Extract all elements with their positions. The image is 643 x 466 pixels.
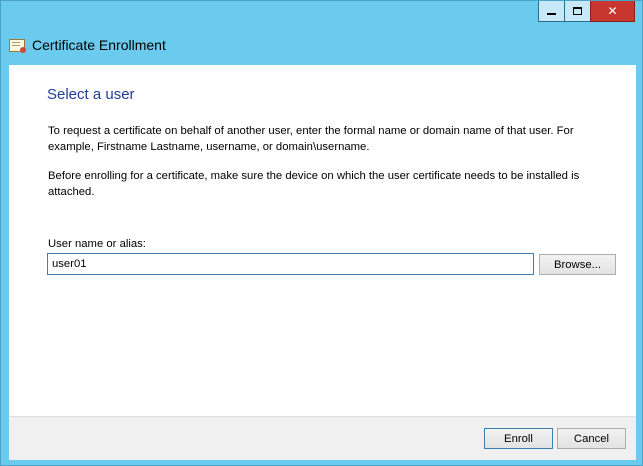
user-name-input[interactable] — [47, 253, 534, 275]
minimize-button[interactable] — [538, 1, 565, 22]
enroll-button[interactable]: Enroll — [484, 428, 553, 449]
maximize-icon — [573, 7, 582, 15]
caption-buttons: ✕ — [538, 1, 635, 22]
maximize-button[interactable] — [564, 1, 591, 22]
minimize-icon — [547, 13, 556, 15]
close-icon: ✕ — [607, 4, 618, 18]
certificate-enrollment-window: ✕ Certificate Enrollment Select a user T… — [0, 0, 643, 466]
footer-bar: Enroll Cancel — [9, 416, 636, 460]
user-name-label: User name or alias: — [48, 238, 146, 250]
cancel-button[interactable]: Cancel — [557, 428, 626, 449]
page-title: Select a user — [47, 86, 135, 103]
window-title: Certificate Enrollment — [32, 37, 166, 53]
browse-button[interactable]: Browse... — [539, 254, 616, 275]
close-button[interactable]: ✕ — [590, 1, 635, 22]
description-text: To request a certificate on behalf of an… — [48, 125, 574, 153]
wizard-page: Select a user To request a certificate o… — [9, 65, 636, 416]
certificate-icon — [9, 38, 26, 53]
note-text: Before enrolling for a certificate, make… — [48, 170, 580, 198]
title-bar: Certificate Enrollment — [9, 36, 166, 54]
